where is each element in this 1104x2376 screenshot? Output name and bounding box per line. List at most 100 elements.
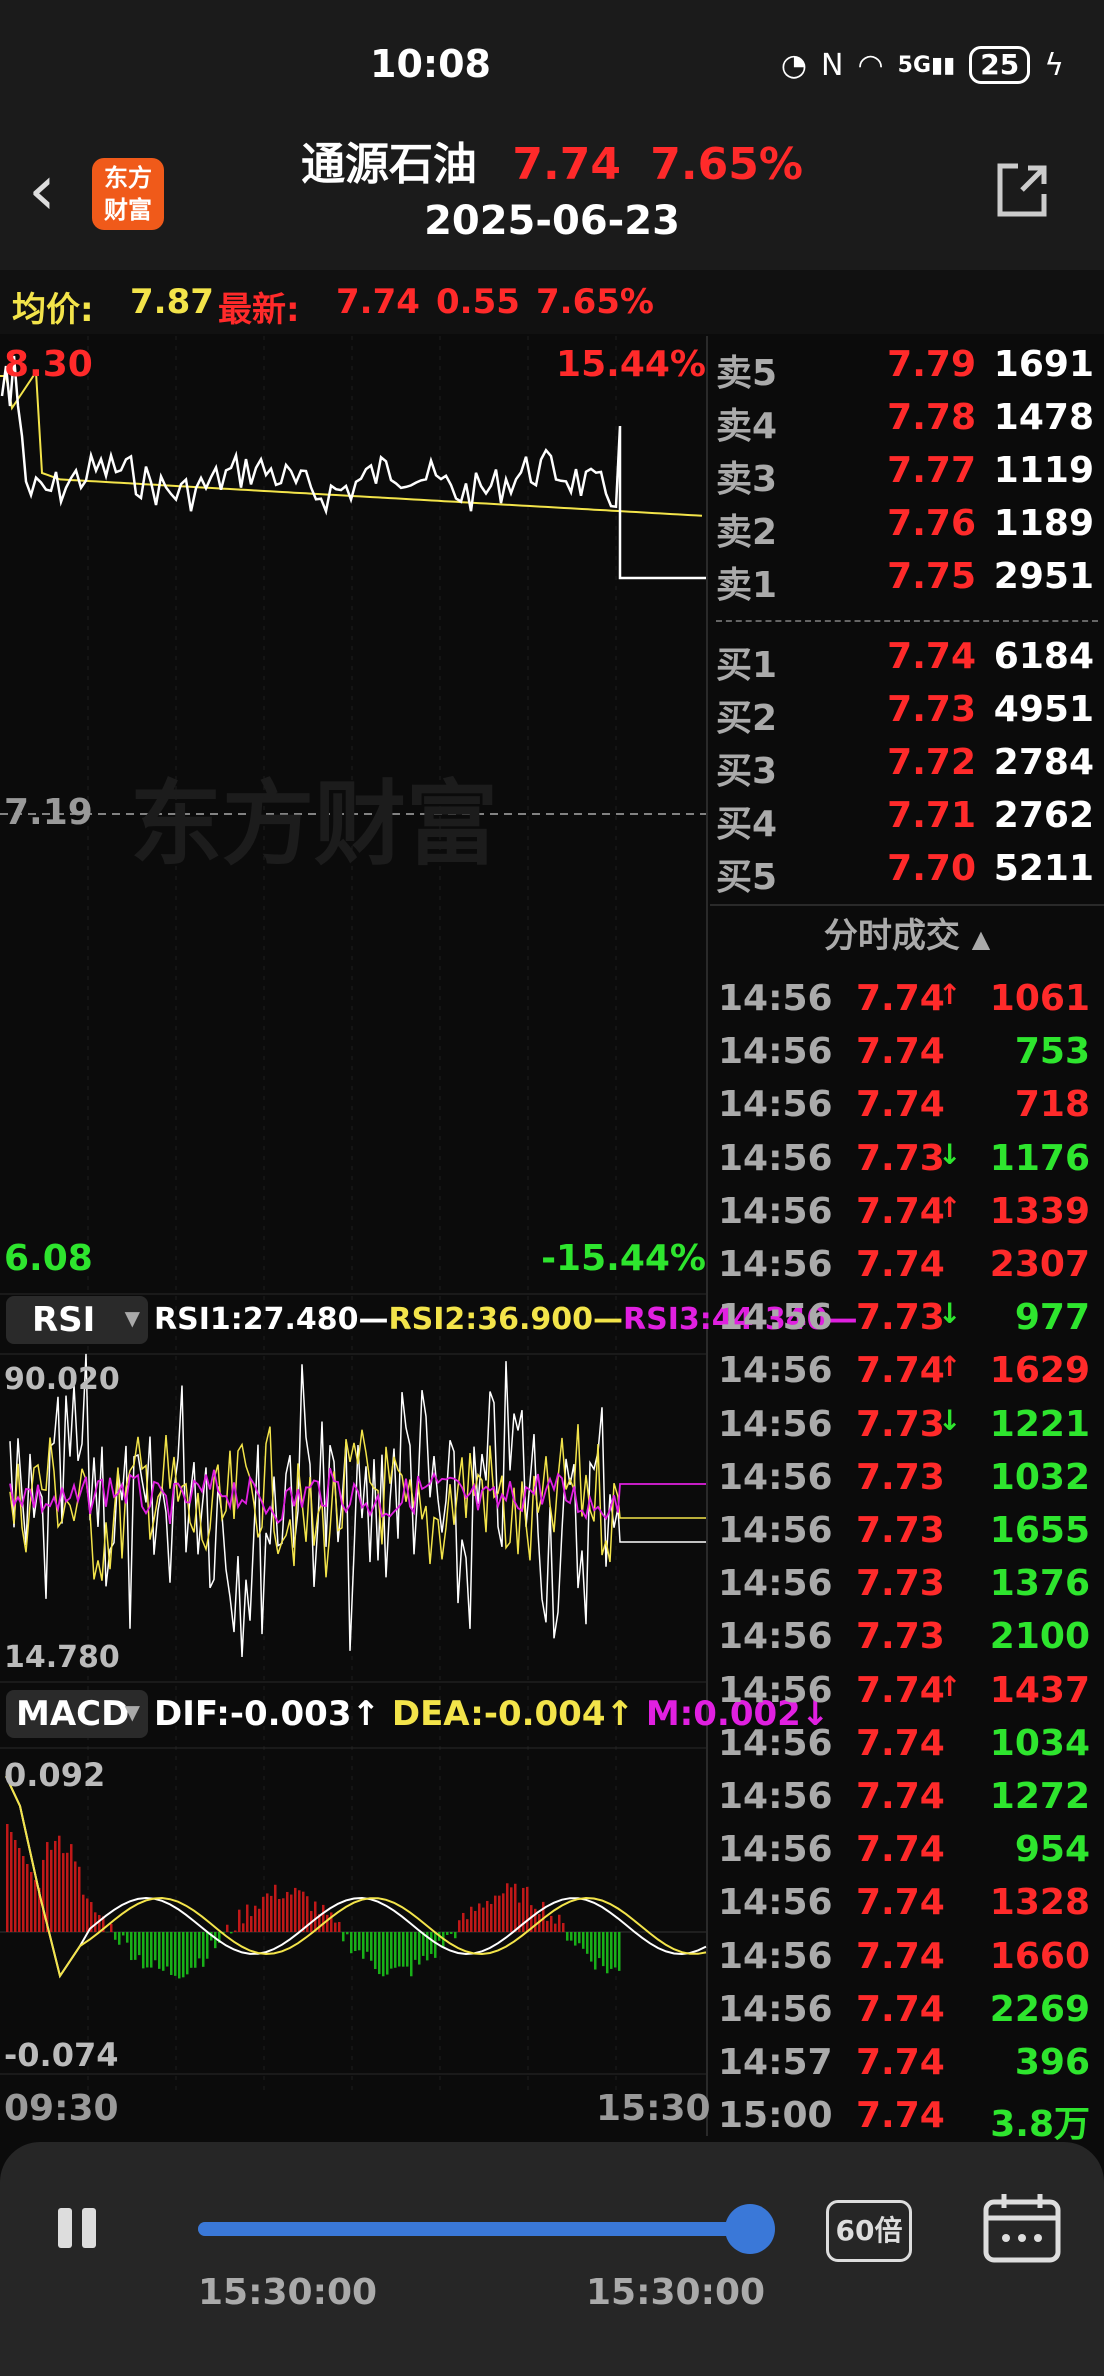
trades-header[interactable]: 分时成交 ▲: [710, 908, 1104, 957]
trades-header-label: 分时成交: [823, 916, 960, 956]
chevron-down-icon: ▼: [124, 1306, 140, 1330]
time-start: 15:30:00: [198, 2272, 378, 2313]
trade-volume: 1061: [989, 978, 1090, 1019]
trade-time: 14:56: [718, 1988, 833, 2030]
trade-volume: 753: [1014, 1031, 1090, 1073]
stock-name: 通源石油: [301, 139, 478, 190]
macd-bar: [362, 1932, 365, 1959]
trade-price: 7.74: [856, 2095, 945, 2137]
trade-volume: 1272: [989, 1776, 1090, 1817]
ask-volume: 1189: [993, 503, 1094, 544]
macd-bar: [354, 1932, 357, 1952]
progress-fill: [198, 2222, 750, 2236]
macd-bar: [258, 1908, 261, 1932]
trade-row: 14:56 7.74 1328: [710, 1882, 1104, 1934]
trade-row: 14:56 7.73 2100: [710, 1616, 1104, 1668]
ask-volume: 1478: [993, 397, 1094, 438]
share-icon[interactable]: [992, 160, 1052, 220]
macd-bar: [270, 1895, 273, 1932]
signal-icon: 5G▮▮: [897, 52, 956, 78]
macd-bar: [514, 1883, 517, 1932]
trade-price: 7.73: [856, 1616, 945, 1658]
macd-bar: [614, 1932, 617, 1968]
macd-bar: [246, 1904, 249, 1932]
battery-icon: 25: [969, 46, 1031, 84]
rsi-min: 14.780: [4, 1640, 120, 1675]
macd-bar: [130, 1932, 133, 1961]
ask-row: 卖3 7.77 1119: [710, 450, 1104, 502]
trade-volume: 954: [1014, 1829, 1090, 1871]
macd-bar: [170, 1932, 173, 1975]
arrow-down-icon: ↓: [938, 1297, 962, 1331]
macd-bar: [366, 1932, 369, 1952]
trade-price: 7.74: [856, 1669, 945, 1711]
trade-price: 7.73: [856, 1137, 945, 1179]
bid-volume: 2762: [993, 795, 1094, 836]
time-end: 15:30:00: [586, 2272, 766, 2313]
trade-volume: 718: [1014, 1084, 1090, 1126]
trade-row: 14:56 7.73 1376: [710, 1563, 1104, 1615]
macd-bar: [550, 1915, 553, 1932]
trade-volume: 1660: [989, 1935, 1090, 1977]
macd-bar: [322, 1904, 325, 1932]
trade-time: 14:56: [718, 1137, 833, 1179]
macd-bar: [178, 1932, 181, 1979]
ask-volume: 1691: [993, 344, 1094, 385]
wifi-icon: ◠: [857, 47, 884, 83]
macd-bar: [138, 1932, 141, 1956]
trade-row: 14:56 7.73 1032: [710, 1457, 1104, 1509]
rsi-max: 90.020: [4, 1362, 120, 1397]
macd-bar: [278, 1898, 281, 1932]
vertical-grid: [87, 336, 617, 2096]
trade-row: 14:56 7.73 ↓ 977: [710, 1297, 1104, 1349]
progress-track[interactable]: [198, 2204, 775, 2254]
progress-handle[interactable]: [725, 2204, 775, 2254]
trade-row: 14:56 7.74 2269: [710, 1989, 1104, 2041]
ask-price: 7.79: [887, 344, 976, 385]
macd-bar: [14, 1840, 17, 1932]
macd-bar: [598, 1932, 601, 1959]
trade-time: 14:56: [718, 1403, 833, 1445]
macd-bar: [370, 1932, 373, 1961]
nfc-icon: N: [821, 47, 844, 83]
trade-price: 7.74: [856, 1935, 945, 1977]
ask-label: 卖3: [716, 459, 778, 500]
arrow-up-icon: ↑: [938, 1190, 962, 1224]
macd-bar: [546, 1920, 549, 1932]
time-axis-start: 09:30: [4, 2088, 119, 2129]
rsi2-value: RSI2:36.900: [388, 1302, 594, 1337]
bid-volume: 2784: [993, 742, 1094, 783]
macd-bar: [142, 1932, 145, 1969]
latest-change: 0.55: [436, 282, 520, 322]
rsi-selector[interactable]: RSI ▼: [6, 1296, 148, 1344]
pause-icon[interactable]: [58, 2208, 72, 2248]
macd-bar: [54, 1840, 57, 1932]
charging-icon: ϟ: [1044, 47, 1064, 83]
pause-icon-bar[interactable]: [82, 2208, 96, 2248]
macd-bar: [22, 1856, 25, 1932]
macd-selector[interactable]: MACD ▼: [6, 1690, 148, 1738]
macd-bar: [574, 1932, 577, 1946]
macd-bar: [190, 1932, 193, 1968]
macd-bar: [358, 1932, 361, 1951]
macd-bar: [534, 1908, 537, 1932]
trade-price: 7.74: [856, 1084, 945, 1126]
macd-bar: [194, 1932, 197, 1968]
macd-bar: [506, 1883, 509, 1932]
macd-bar: [298, 1890, 301, 1932]
trade-price: 7.74: [856, 1722, 945, 1764]
macd-bar: [214, 1932, 217, 1949]
bid-volume: 4951: [993, 689, 1094, 730]
macd-bar: [242, 1923, 245, 1932]
bid-label: 买1: [716, 645, 778, 686]
trade-row: 14:56 7.73 ↓ 1176: [710, 1138, 1104, 1190]
speed-button[interactable]: 60倍: [826, 2200, 912, 2262]
ask-label: 卖2: [716, 512, 778, 553]
speed-icon: ◔: [780, 47, 807, 83]
macd-bar: [558, 1914, 561, 1932]
trade-time: 14:56: [718, 1190, 833, 1232]
macd-bar: [458, 1920, 461, 1932]
calendar-icon[interactable]: [982, 2192, 1062, 2264]
macd-bar: [182, 1932, 185, 1978]
macd-bar: [606, 1932, 609, 1974]
